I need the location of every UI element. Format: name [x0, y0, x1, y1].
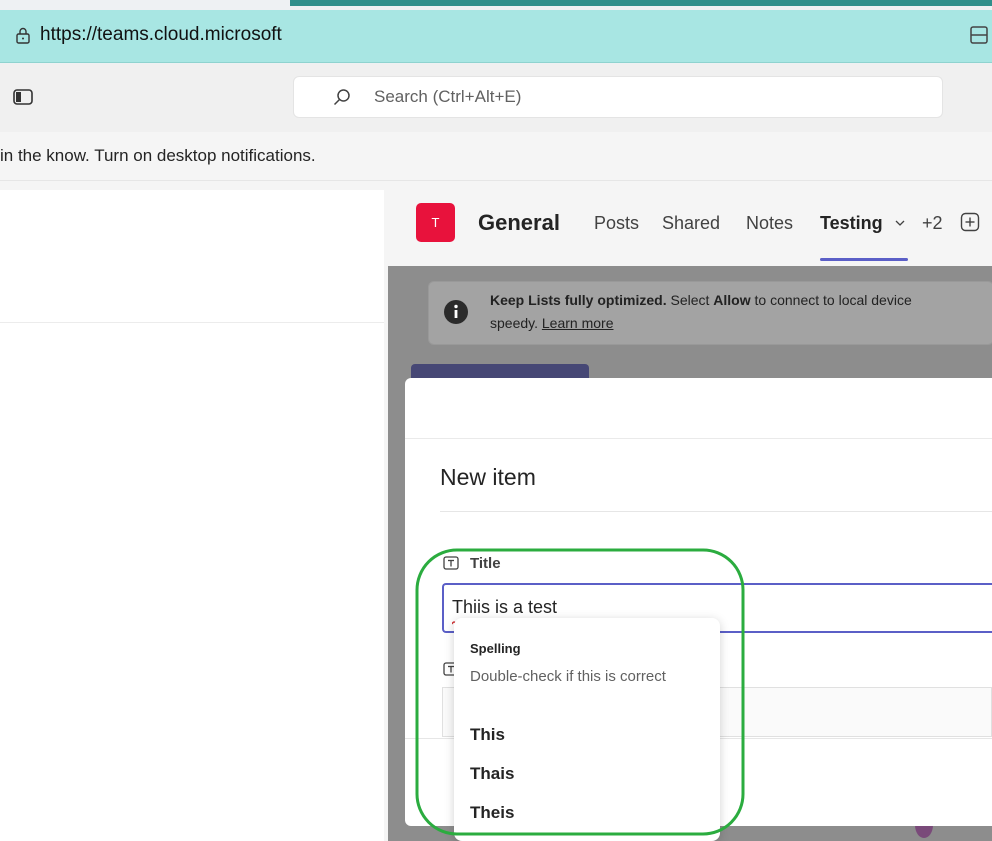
add-tab-icon[interactable]	[960, 212, 980, 232]
info-banner-text-1: Select	[666, 292, 714, 308]
chevron-down-icon[interactable]	[893, 216, 907, 230]
info-banner	[428, 281, 992, 345]
info-banner-line2: speedy. Learn more	[490, 315, 613, 331]
lock-icon[interactable]	[14, 26, 32, 44]
channel-name: General	[478, 210, 560, 235]
tab-testing[interactable]: Testing	[820, 213, 883, 234]
info-banner-text: Keep Lists fully optimized. Select Allow…	[490, 292, 912, 308]
info-icon	[444, 300, 468, 324]
more-tabs-button[interactable]: +2	[922, 213, 943, 234]
tab-shared[interactable]: Shared	[662, 213, 720, 234]
notification-text: in the know. Turn on desktop notificatio…	[0, 146, 316, 165]
left-pane	[0, 190, 384, 841]
search-placeholder: Search (Ctrl+Alt+E)	[374, 87, 522, 106]
search-icon	[333, 89, 350, 106]
info-banner-line2-prefix: speedy.	[490, 315, 542, 331]
info-banner-text-2: to connect to local device	[750, 292, 912, 308]
sidebar-toggle-icon[interactable]	[12, 88, 34, 106]
dialog-top-divider	[405, 438, 992, 439]
info-banner-bold: Keep Lists fully optimized.	[490, 292, 667, 308]
annotation-outline	[415, 548, 745, 836]
dialog-title-divider	[440, 511, 992, 512]
learn-more-link[interactable]: Learn more	[542, 315, 614, 331]
active-tab-strip	[290, 0, 992, 6]
url-host: teams.cloud.microsoft	[97, 24, 282, 45]
left-pane-divider	[0, 322, 384, 323]
tab-posts[interactable]: Posts	[594, 213, 639, 234]
team-avatar[interactable]: T	[416, 203, 455, 242]
dialog-title: New item	[440, 464, 536, 490]
url-text[interactable]: https://teams.cloud.microsoft	[40, 24, 282, 46]
tab-notes[interactable]: Notes	[746, 213, 793, 234]
url-prefix: https://	[40, 24, 98, 45]
info-banner-allow: Allow	[713, 292, 751, 308]
split-screen-icon[interactable]	[968, 24, 990, 46]
active-tab-indicator	[820, 258, 908, 261]
